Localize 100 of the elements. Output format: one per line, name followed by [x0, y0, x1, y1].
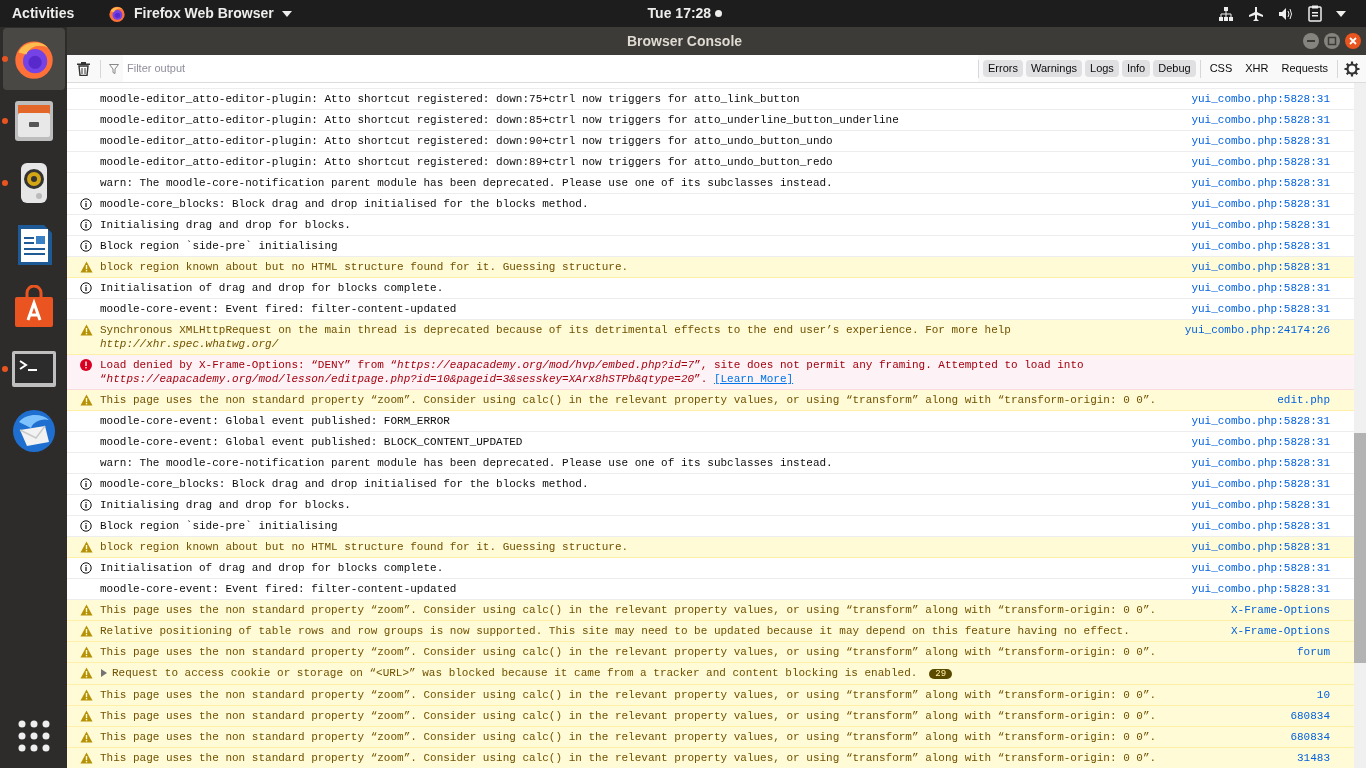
- message-text: Block region `side-pre` initialising: [100, 520, 338, 532]
- message-source-link[interactable]: yui_combo.php:5828:31: [1191, 134, 1330, 148]
- clipboard-icon[interactable]: [1308, 5, 1322, 22]
- message-source-link[interactable]: X-Frame-Options: [1230, 603, 1330, 617]
- message-source-link[interactable]: yui_combo.php:5828:31: [1191, 561, 1330, 575]
- message-text: This page uses the non standard property “zoom”. Consider using calc() in the relevant property values, or using “transform” along with “transform-origin: 0 0”.: [100, 752, 1157, 764]
- message-text: Initialising drag and drop for blocks.: [100, 219, 351, 231]
- message-source-link[interactable]: 31483: [1297, 751, 1330, 765]
- message-source-link[interactable]: yui_combo.php:5828:31: [1191, 218, 1330, 232]
- terminal-icon: [10, 350, 57, 388]
- activities-button[interactable]: Activities: [12, 3, 100, 24]
- message-text: moodle-core_blocks: Block drag and drop initialised for the blocks method.: [100, 478, 589, 490]
- message-text: warn: The moodle-core-notification parent module has been deprecated. Please use one of its subclasses instead.: [100, 177, 833, 189]
- warning-icon: [80, 689, 93, 701]
- message-source-link[interactable]: yui_combo.php:5828:31: [1191, 435, 1330, 449]
- message-text: moodle-editor_atto-editor-plugin: Atto shortcut registered: down:75+ctrl now triggers for atto_link_button: [100, 93, 800, 105]
- trash-icon[interactable]: [77, 61, 90, 76]
- message-source-link[interactable]: yui_combo.php:5828:31: [1191, 239, 1330, 253]
- message-source-link[interactable]: yui_combo.php:5828:31: [1191, 414, 1330, 428]
- warning-icon: [80, 667, 93, 679]
- filter-icon: [109, 63, 119, 74]
- network-icon[interactable]: [1218, 5, 1234, 22]
- message-text: This page uses the non standard property “zoom”. Consider using calc() in the relevant property values, or using “transform” along with “transform-origin: 0 0”.: [100, 731, 1157, 743]
- message-text: moodle-editor_atto-editor-plugin: Atto shortcut registered: down:89+ctrl now triggers for atto_undo_button_redo: [100, 156, 833, 168]
- settings-icon[interactable]: [1344, 60, 1360, 77]
- level-filter-button[interactable]: Warnings: [1025, 60, 1082, 77]
- message-text: Initialising drag and drop for blocks.: [100, 499, 351, 511]
- message-source-link[interactable]: yui_combo.php:5828:31: [1191, 197, 1330, 211]
- level-filter-button[interactable]: Errors: [983, 60, 1023, 77]
- message-source-link[interactable]: yui_combo.php:5828:31: [1191, 92, 1330, 106]
- info-icon: [80, 219, 92, 231]
- running-dot-icon: [1, 118, 8, 124]
- message-text: Synchronous XMLHttpRequest on the main thread is deprecated because of its detrimental effects to the end user’s experience. For more help http://xhr.spec.whatwg.org/: [100, 324, 1011, 350]
- message-source-link[interactable]: yui_combo.php:5828:31: [1191, 582, 1330, 596]
- warning-icon: [80, 646, 93, 658]
- message-text: Initialisation of drag and drop for blocks complete.: [100, 562, 444, 574]
- info-icon: [80, 478, 92, 490]
- message-text: moodle-core_blocks: Block drag and drop initialised for the blocks method.: [100, 198, 589, 210]
- expand-caret-icon[interactable]: [100, 668, 108, 678]
- message-source-link[interactable]: 10: [1316, 688, 1330, 702]
- message-source-link[interactable]: edit.php: [1277, 393, 1330, 407]
- window-title: Browser Console: [626, 33, 743, 49]
- message-source-link[interactable]: yui_combo.php:5828:31: [1191, 302, 1330, 316]
- app-menu[interactable]: Firefox Web Browser: [108, 3, 292, 24]
- airplane-icon[interactable]: [1248, 5, 1264, 22]
- message-source-link[interactable]: yui_combo.php:5828:31: [1191, 477, 1330, 491]
- close-button[interactable]: [1344, 32, 1362, 50]
- app-grid-icon[interactable]: [17, 720, 50, 752]
- info-icon: [80, 520, 92, 532]
- message-text: Relative positioning of table rows and row groups is now supported. This site may need to be updated because it may depend on this feature having no effect.: [100, 625, 1130, 637]
- message-source-link[interactable]: yui_combo.php:5828:31: [1191, 260, 1330, 274]
- message-source-link[interactable]: X-Frame-Options: [1230, 624, 1330, 638]
- warning-icon: [80, 625, 93, 637]
- scrollbar[interactable]: [1354, 83, 1366, 768]
- level-filter-button[interactable]: Info: [1121, 60, 1151, 77]
- message-source-link[interactable]: yui_combo.php:5828:31: [1191, 519, 1330, 533]
- message-source-link[interactable]: yui_combo.php:5828:31: [1191, 176, 1330, 190]
- message-source-link[interactable]: yui_combo.php:5828:31: [1191, 281, 1330, 295]
- minimize-button[interactable]: [1302, 32, 1320, 50]
- warning-icon: [80, 541, 93, 553]
- message-source-link[interactable]: forum: [1297, 645, 1330, 659]
- message-source-link[interactable]: yui_combo.php:5828:31: [1191, 456, 1330, 470]
- warning-icon: [80, 261, 93, 273]
- level-filter-button[interactable]: Logs: [1085, 60, 1119, 77]
- request-filter-button[interactable]: Requests: [1276, 60, 1333, 77]
- learn-more-link[interactable]: [Learn More]: [713, 373, 794, 385]
- message-source-link[interactable]: yui_combo.php:24174:26: [1184, 323, 1330, 337]
- message-text: moodle-core-event: Event fired: filter-content-updated: [100, 303, 457, 315]
- bird-envelope-icon: [10, 408, 57, 454]
- filter-field[interactable]: Filter output: [123, 55, 978, 82]
- running-dot-icon: [1, 180, 8, 186]
- message-text: moodle-core-event: Global event published: FORM_ERROR: [100, 415, 450, 427]
- request-filter-button[interactable]: CSS: [1204, 60, 1238, 77]
- message-source-link[interactable]: 680834: [1290, 709, 1330, 723]
- notification-dot-icon: [715, 10, 723, 17]
- message-text: warn: The moodle-core-notification parent module has been deprecated. Please use one of its subclasses instead.: [100, 457, 833, 469]
- message-source-link[interactable]: yui_combo.php:5828:31: [1191, 540, 1330, 554]
- dock-item[interactable]: [2, 28, 65, 90]
- caret-icon: [281, 10, 292, 17]
- running-dot-icon: [1, 366, 8, 372]
- message-source-link[interactable]: 680834: [1290, 730, 1330, 744]
- request-filter-button[interactable]: XHR: [1240, 60, 1274, 77]
- message-text: This page uses the non standard property “zoom”. Consider using calc() in the relevant property values, or using “transform” along with “transform-origin: 0 0”.: [100, 604, 1157, 616]
- message-source-link[interactable]: yui_combo.php:5828:31: [1191, 498, 1330, 512]
- clock[interactable]: Tue 17:28: [647, 3, 712, 24]
- info-icon: [80, 499, 92, 511]
- message-source-link[interactable]: yui_combo.php:5828:31: [1191, 155, 1330, 169]
- level-filter-button[interactable]: Debug: [1153, 60, 1196, 77]
- caret-icon[interactable]: [1336, 10, 1346, 17]
- warning-icon: [80, 752, 93, 764]
- message-text: moodle-editor_atto-editor-plugin: Atto shortcut registered: down:90+ctrl now triggers for atto_undo_button_undo: [100, 135, 833, 147]
- message-text: block region known about but no HTML structure found for it. Guessing structure.: [100, 541, 629, 553]
- message-text: This page uses the non standard property “zoom”. Consider using calc() in the relevant property values, or using “transform” along with “transform-origin: 0 0”.: [100, 689, 1157, 701]
- message-text: Block region `side-pre` initialising: [100, 240, 338, 252]
- warning-icon: [80, 394, 93, 406]
- message-text: Request to access cookie or storage on “<URL>” was blocked because it came from a tracker and content blocking is enabled.: [112, 667, 918, 679]
- warning-icon: [80, 710, 93, 722]
- message-source-link[interactable]: yui_combo.php:5828:31: [1191, 113, 1330, 127]
- message-text: moodle-core-event: Event fired: filter-content-updated: [100, 583, 457, 595]
- warning-icon: [80, 604, 93, 616]
